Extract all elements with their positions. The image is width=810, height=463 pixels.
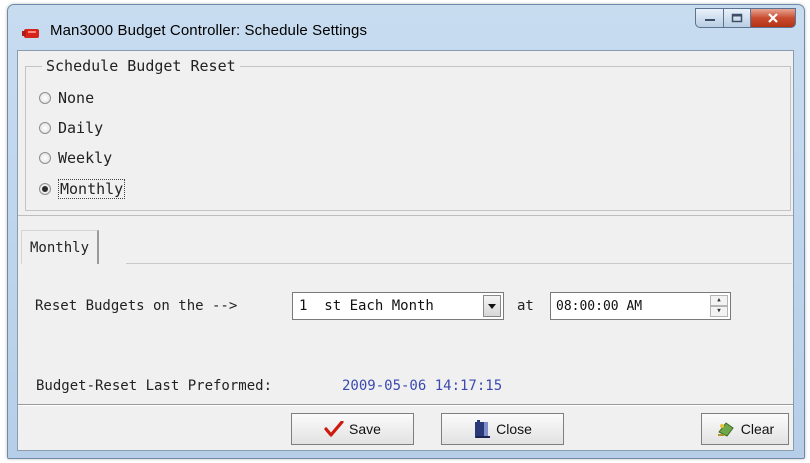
button-bar-divider-highlight [18, 405, 793, 406]
group-legend: Schedule Budget Reset [42, 57, 240, 75]
radio-button-selected[interactable] [39, 183, 51, 195]
dialog-client-area: Schedule Budget Reset None Daily Weekly … [17, 50, 794, 451]
last-reset-value: 2009-05-06 14:17:15 [342, 378, 503, 394]
reset-day-select[interactable]: 1 st Each Month [292, 292, 504, 320]
close-button[interactable]: Close [441, 413, 564, 445]
radio-button[interactable] [39, 92, 51, 104]
save-label: Save [349, 421, 381, 437]
tab-monthly[interactable]: Monthly [21, 230, 100, 264]
radio-option-weekly[interactable]: Weekly [39, 149, 112, 167]
close-label: Close [496, 421, 532, 437]
reset-time-picker[interactable]: 08:00:00 AM ▴ ▾ [550, 292, 731, 320]
radio-label: Daily [58, 119, 104, 137]
select-value: 1 st Each Month [299, 298, 434, 314]
at-label: at [517, 298, 534, 314]
last-reset-label: Budget-Reset Last Preformed: [36, 378, 273, 394]
radio-label: None [58, 89, 95, 107]
door-exit-icon [475, 420, 491, 438]
app-icon [22, 25, 42, 39]
minimize-button[interactable] [695, 8, 723, 28]
divider [18, 215, 793, 216]
close-window-button[interactable] [750, 8, 796, 28]
reset-budgets-label: Reset Budgets on the --> [35, 298, 238, 314]
radio-button[interactable] [39, 122, 51, 134]
time-spinner[interactable]: ▴ ▾ [710, 295, 728, 317]
schedule-settings-window: Man3000 Budget Controller: Schedule Sett… [7, 4, 805, 459]
radio-option-none[interactable]: None [39, 89, 94, 107]
time-value[interactable]: 08:00:00 AM [556, 299, 642, 314]
window-title: Man3000 Budget Controller: Schedule Sett… [50, 22, 368, 39]
radio-option-monthly[interactable]: Monthly [39, 179, 126, 199]
tab-strip-line [126, 263, 792, 264]
schedule-reset-group: Schedule Budget Reset None Daily Weekly … [25, 57, 791, 211]
chevron-down-icon [488, 303, 496, 309]
minimize-icon [704, 19, 715, 21]
close-icon [768, 13, 778, 23]
maximize-icon [731, 13, 743, 23]
save-button[interactable]: Save [291, 413, 414, 445]
red-checkmark-icon [324, 421, 344, 437]
window-controls [695, 8, 796, 30]
radio-label: Weekly [58, 149, 113, 167]
spin-up-button[interactable]: ▴ [710, 295, 728, 306]
clear-label: Clear [740, 421, 775, 437]
radio-dot [42, 186, 48, 192]
title-bar[interactable]: Man3000 Budget Controller: Schedule Sett… [8, 5, 804, 51]
spin-down-button[interactable]: ▾ [710, 306, 728, 317]
tab-label: Monthly [30, 239, 90, 256]
radio-label: Monthly [58, 179, 126, 199]
clear-button[interactable]: Clear [701, 413, 789, 445]
dropdown-button[interactable] [483, 295, 501, 317]
radio-option-daily[interactable]: Daily [39, 119, 103, 137]
radio-button[interactable] [39, 152, 51, 164]
maximize-button[interactable] [723, 8, 750, 28]
eraser-clear-icon [717, 422, 734, 437]
